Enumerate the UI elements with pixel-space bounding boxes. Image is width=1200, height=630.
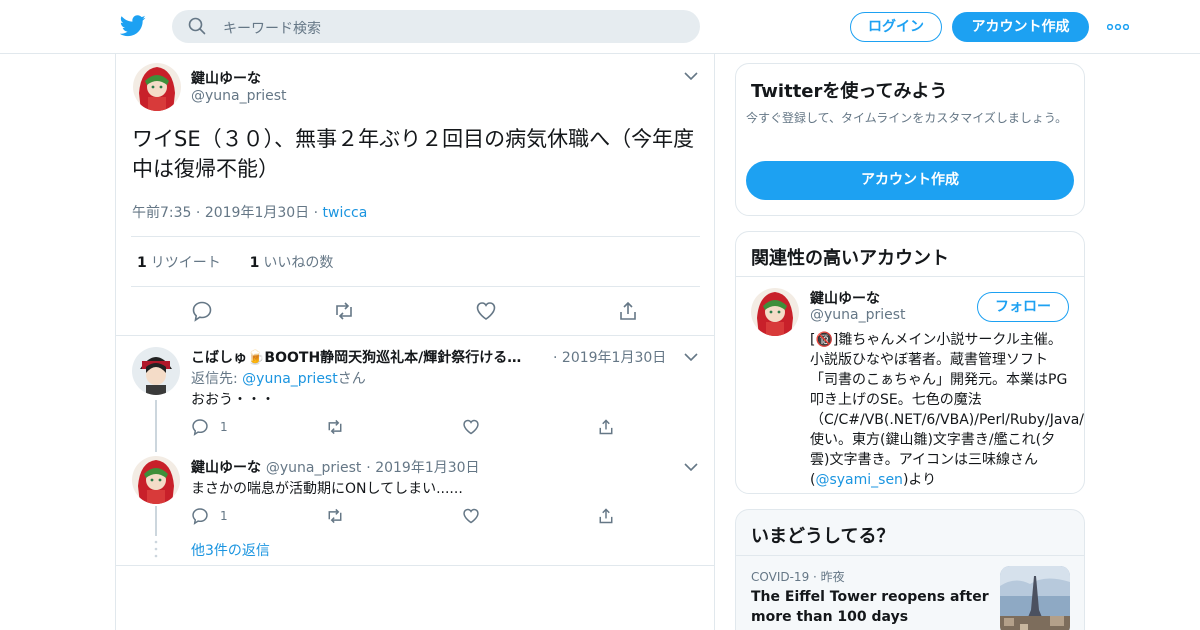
- reply-count: 1: [220, 509, 228, 523]
- divider: [116, 335, 714, 336]
- trend-when: 昨夜: [820, 570, 845, 584]
- reply-author[interactable]: 鍵山ゆーな @yuna_priest · 2019年1月30日: [191, 457, 480, 477]
- avatar[interactable]: [132, 347, 180, 395]
- trend-headline[interactable]: The Eiffel Tower reopens after more than…: [751, 587, 996, 627]
- like-count: 1: [249, 255, 260, 271]
- retweet-label: リツイート: [150, 255, 221, 271]
- reply-icon[interactable]: [191, 507, 209, 525]
- twitter-bird-icon[interactable]: [120, 14, 146, 38]
- divider: [736, 276, 1084, 277]
- search-input[interactable]: キーワード検索: [223, 18, 321, 38]
- signup-button[interactable]: アカウント作成: [952, 12, 1089, 42]
- like-icon[interactable]: [475, 300, 497, 322]
- reply-author-name[interactable]: 鍵山ゆーな: [191, 460, 261, 476]
- related-accounts-card: 関連性の高いアカウント 鍵山ゆーな @yuna_priest フォロー [🔞]雛…: [735, 231, 1085, 494]
- like-icon[interactable]: [462, 507, 480, 525]
- retweet-icon[interactable]: [333, 300, 355, 322]
- trends-card-title: いまどうしてる？: [751, 526, 895, 547]
- thread-line: [155, 400, 157, 452]
- reply-count: 1: [220, 420, 228, 434]
- reply-author-handle[interactable]: @yuna_priest: [266, 460, 362, 476]
- top-nav: キーワード検索 ログイン アカウント作成: [0, 0, 1200, 54]
- like-label: いいねの数: [263, 255, 334, 271]
- related-account-handle[interactable]: @yuna_priest: [810, 307, 906, 323]
- chevron-down-icon[interactable]: [684, 353, 698, 361]
- avatar[interactable]: [132, 456, 180, 504]
- chevron-down-icon[interactable]: [684, 463, 698, 471]
- share-icon[interactable]: [597, 507, 615, 525]
- share-icon[interactable]: [617, 300, 639, 322]
- retweet-icon[interactable]: [326, 507, 344, 525]
- login-button[interactable]: ログイン: [850, 12, 942, 42]
- reply-author-name[interactable]: こばしゅ🍺BOOTH静岡天狗巡礼本/輝針祭行ける…: [191, 347, 521, 367]
- reply-icon[interactable]: [191, 418, 209, 436]
- tweet-author-name[interactable]: 鍵山ゆーな: [191, 68, 261, 88]
- related-account-name[interactable]: 鍵山ゆーな: [810, 288, 880, 308]
- thread-line: [155, 506, 157, 536]
- retweet-stat[interactable]: 1 リツイート: [137, 255, 221, 271]
- reply-date[interactable]: · 2019年1月30日: [553, 347, 666, 367]
- reply-icon[interactable]: [191, 300, 213, 322]
- divider: [116, 565, 714, 566]
- retweet-count: 1: [137, 255, 147, 271]
- chevron-down-icon[interactable]: [684, 72, 698, 80]
- more-dots-icon[interactable]: [1107, 24, 1129, 30]
- follow-button[interactable]: フォロー: [977, 292, 1069, 322]
- reply-text: まさかの喘息が活動期にONしてしまい......: [191, 481, 463, 497]
- reply-to-handle[interactable]: @yuna_priest: [242, 371, 338, 387]
- divider: [736, 555, 1084, 556]
- trends-card: いまどうしてる？ COVID-19 · 昨夜 The Eiffel Tower …: [735, 509, 1085, 630]
- like-icon[interactable]: [462, 418, 480, 436]
- avatar[interactable]: [133, 63, 181, 111]
- trend-thumbnail[interactable]: [1000, 566, 1070, 630]
- search-icon: [188, 17, 206, 35]
- tweet-author-handle[interactable]: @yuna_priest: [191, 88, 287, 104]
- signup-card: Twitterを使ってみよう 今すぐ登録して、タイムラインをカスタマイズしましょ…: [735, 63, 1085, 216]
- show-more-replies-link[interactable]: 他3件の返信: [191, 540, 270, 560]
- bio-mention-link[interactable]: @syami_sen: [815, 472, 902, 488]
- signup-card-title: Twitterを使ってみよう: [751, 81, 948, 102]
- like-stat[interactable]: 1 いいねの数: [250, 255, 334, 271]
- tweet-date[interactable]: 2019年1月30日: [205, 205, 309, 221]
- thread-dots: [154, 540, 158, 558]
- tweet-text: ワイSE（３０）、無事２年ぶり２回目の病気休職へ（今年度中は復帰不能）: [132, 127, 695, 181]
- main-column: 鍵山ゆーな @yuna_priest ワイSE（３０）、無事２年ぶり２回目の病気…: [115, 54, 715, 630]
- trend-meta: COVID-19 · 昨夜: [751, 570, 845, 584]
- related-account-bio: [🔞]雛ちゃんメイン小説サークル主催。小説版ひなやぼ著者。蔵書管理ソフト「司書の…: [810, 332, 1085, 488]
- trend-category: COVID-19: [751, 570, 810, 584]
- divider: [131, 286, 700, 287]
- divider: [131, 236, 700, 237]
- search-bar[interactable]: キーワード検索: [172, 10, 700, 43]
- share-icon[interactable]: [597, 418, 615, 436]
- signup-card-subtitle: 今すぐ登録して、タイムラインをカスタマイズしましょう。: [746, 111, 1068, 125]
- tweet-stats: 1 リツイート 1 いいねの数: [137, 252, 333, 272]
- meta-separator: ·: [313, 205, 323, 221]
- avatar[interactable]: [751, 288, 799, 336]
- tweet-time[interactable]: 午前7:35: [132, 205, 191, 221]
- signup-card-button[interactable]: アカウント作成: [746, 161, 1074, 200]
- retweet-icon[interactable]: [326, 418, 344, 436]
- related-card-title: 関連性の高いアカウント: [751, 248, 949, 269]
- tweet-meta: 午前7:35 · 2019年1月30日 · twicca: [132, 202, 367, 222]
- reply-date[interactable]: 2019年1月30日: [375, 460, 479, 476]
- reply-text: おおう・・・: [191, 392, 275, 408]
- meta-separator: ·: [195, 205, 205, 221]
- tweet-source[interactable]: twicca: [323, 205, 368, 221]
- reply-to: 返信先: @yuna_priestさん: [191, 371, 366, 387]
